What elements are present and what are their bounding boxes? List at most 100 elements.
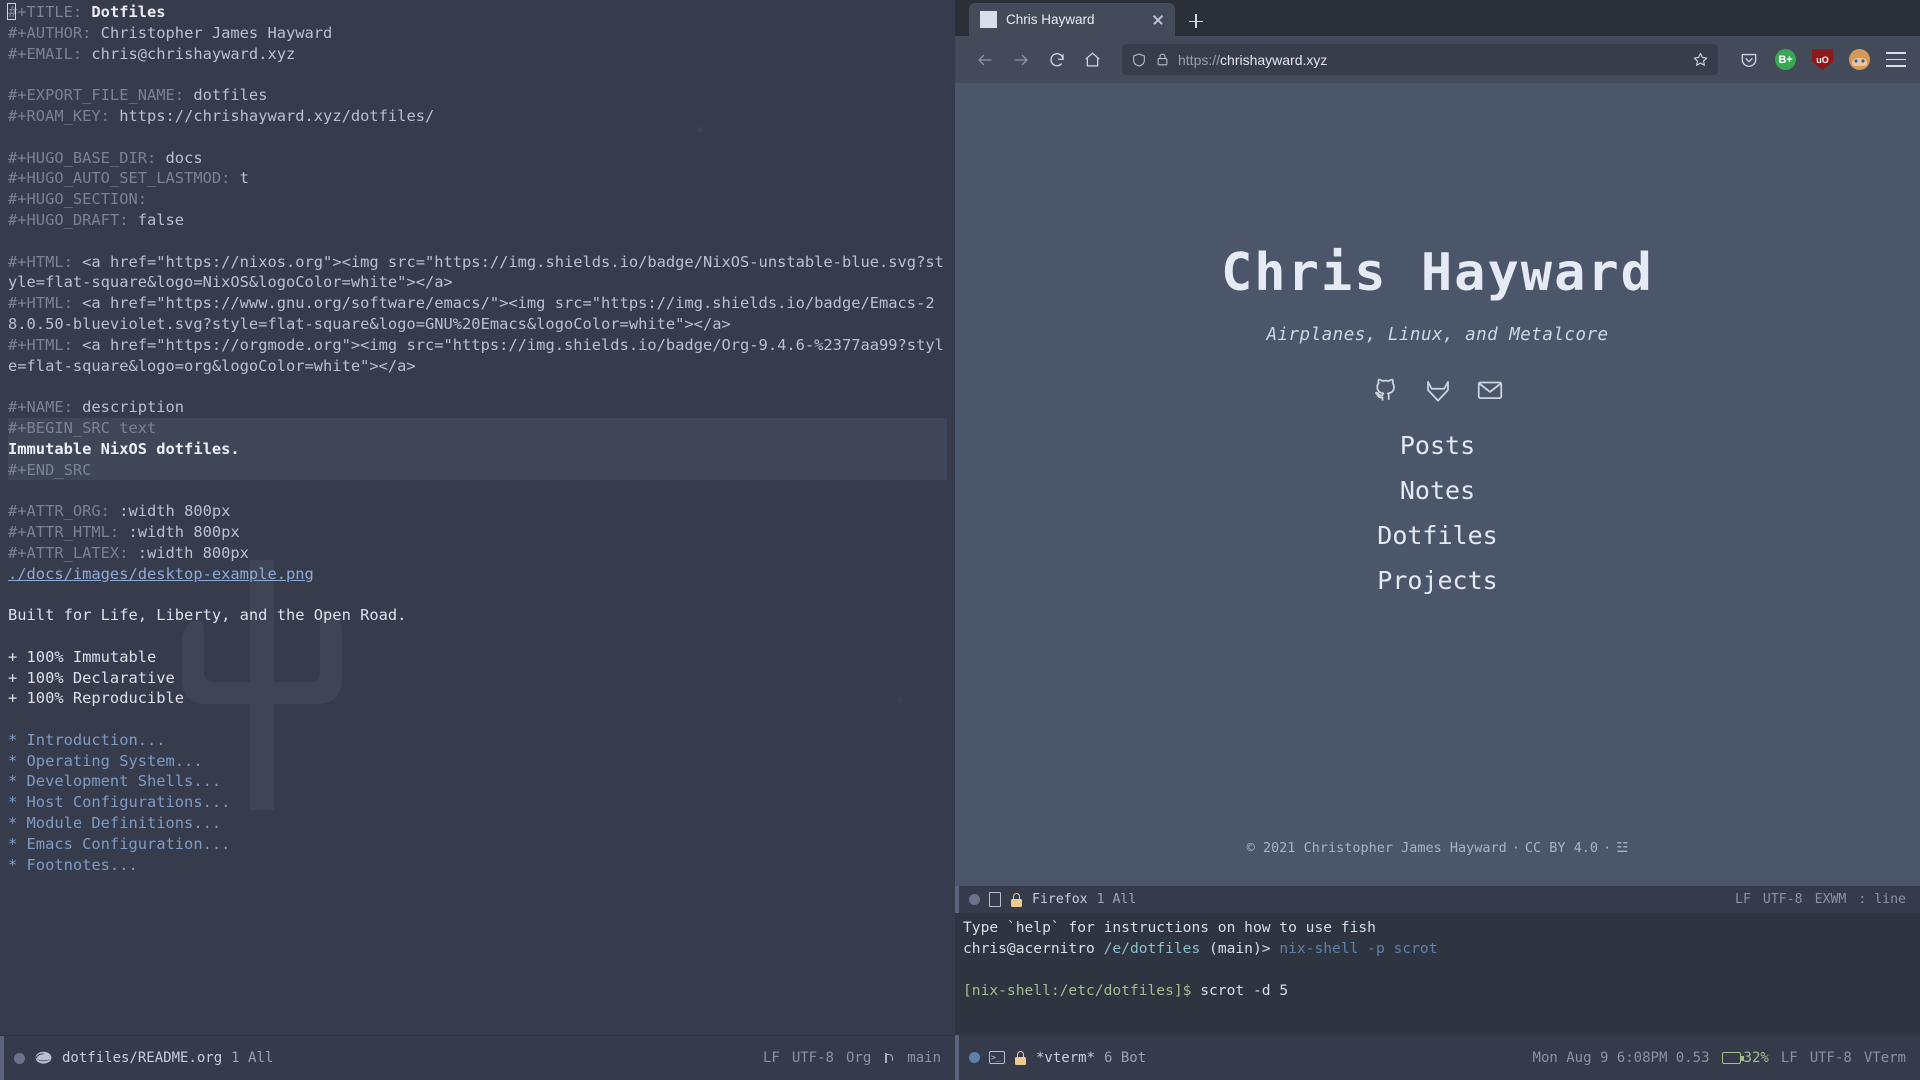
org-text: description bbox=[72, 398, 185, 417]
org-text: * Emacs Configuration... bbox=[8, 834, 231, 853]
back-button[interactable] bbox=[969, 44, 1000, 75]
navigation-toolbar: https://chrishayward.xyz B+ uO bbox=[955, 36, 1920, 83]
nav-link-projects[interactable]: Projects bbox=[1377, 566, 1497, 595]
modeline-major-mode: Org bbox=[845, 1050, 872, 1066]
footer-separator-1: · bbox=[1511, 840, 1520, 856]
bookmark-star-icon[interactable] bbox=[1692, 51, 1709, 68]
org-text: #+EXPORT_FILE_NAME: bbox=[8, 86, 185, 105]
modeline-git-branch: main bbox=[907, 1050, 941, 1066]
org-text: * Footnotes... bbox=[8, 855, 138, 874]
close-icon[interactable] bbox=[1149, 11, 1167, 29]
org-line: * Development Shells... bbox=[8, 771, 947, 792]
modeline-accent-bar bbox=[955, 886, 959, 913]
org-text: #+HUGO_DRAFT: bbox=[8, 210, 129, 229]
footer-license[interactable]: CC BY 4.0 bbox=[1525, 840, 1598, 856]
forward-button[interactable] bbox=[1005, 44, 1036, 75]
org-line bbox=[8, 231, 947, 252]
org-line: #+ATTR_HTML: :width 800px bbox=[8, 522, 947, 543]
vterm-buffer[interactable]: Type `help` for instructions on how to u… bbox=[955, 913, 1920, 1035]
org-text: #+BEGIN_SRC text bbox=[8, 418, 157, 437]
org-text: #+TITLE: bbox=[8, 3, 83, 21]
org-line: #+HUGO_DRAFT: false bbox=[8, 210, 947, 231]
org-line: #+HTML: <a href="https://orgmode.org"><i… bbox=[8, 335, 947, 377]
org-line: #+HUGO_SECTION: bbox=[8, 189, 947, 210]
org-line: + 100% Declarative bbox=[8, 668, 947, 689]
org-text: t bbox=[230, 169, 249, 188]
org-line: #+AUTHOR: Christopher James Hayward bbox=[8, 23, 947, 44]
org-line bbox=[8, 626, 947, 647]
modeline-encoding: UTF-8 bbox=[1762, 892, 1803, 907]
site-navigation: Posts Notes Dotfiles Projects bbox=[1377, 431, 1497, 595]
nav-link-dotfiles[interactable]: Dotfiles bbox=[1377, 521, 1497, 550]
org-text: + 100% Reproducible bbox=[8, 689, 185, 708]
modeline-encoding: UTF-8 bbox=[791, 1050, 834, 1066]
browser-tab[interactable]: Chris Hayward bbox=[969, 3, 1175, 36]
home-button[interactable] bbox=[1077, 44, 1108, 75]
lock-icon bbox=[1014, 1050, 1027, 1065]
rss-feed-icon[interactable]: ☳ bbox=[1616, 840, 1628, 856]
page-subtitle: Airplanes, Linux, and Metalcore bbox=[1266, 325, 1609, 345]
new-tab-button[interactable] bbox=[1181, 6, 1211, 36]
github-icon[interactable] bbox=[1371, 375, 1401, 405]
url-text: https://chrishayward.xyz bbox=[1178, 52, 1684, 68]
org-text: #+END_SRC bbox=[8, 460, 92, 479]
ublock-origin-icon[interactable]: uO bbox=[1812, 49, 1833, 70]
text-cursor bbox=[7, 3, 16, 20]
org-line: #+TITLE: Dotfiles bbox=[7, 2, 947, 23]
gitlab-icon[interactable] bbox=[1423, 375, 1453, 405]
org-line: #+ATTR_LATEX: :width 800px bbox=[8, 543, 947, 564]
org-line: * Introduction... bbox=[8, 730, 947, 751]
avatar[interactable] bbox=[1849, 49, 1870, 70]
terminal-line: Type `help` for instructions on how to u… bbox=[963, 917, 1912, 938]
lock-icon bbox=[1157, 53, 1168, 66]
org-line: + 100% Immutable bbox=[8, 647, 947, 668]
org-text[interactable]: ./docs/images/desktop-example.png bbox=[8, 565, 314, 583]
org-line: * Host Configurations... bbox=[8, 792, 947, 813]
page-icon bbox=[989, 892, 1001, 907]
terminal-text: chris@acernitro bbox=[963, 940, 1104, 957]
page-title: Chris Hayward bbox=[1221, 243, 1654, 303]
url-bar[interactable]: https://chrishayward.xyz bbox=[1122, 44, 1718, 75]
emacs-icon bbox=[35, 1051, 52, 1064]
lock-icon bbox=[1010, 892, 1023, 907]
org-text: * Development Shells... bbox=[8, 772, 222, 791]
org-text: * Introduction... bbox=[8, 730, 166, 749]
org-line: #+EXPORT_FILE_NAME: dotfiles bbox=[8, 85, 947, 106]
firefox-window[interactable]: Chris Hayward https://chrishayward.xyz B… bbox=[955, 0, 1920, 886]
web-page-content: Chris Hayward Airplanes, Linux, and Meta… bbox=[955, 83, 1920, 886]
email-icon[interactable] bbox=[1475, 375, 1505, 405]
org-line: #+EMAIL: chris@chrishayward.xyz bbox=[8, 44, 947, 65]
org-line bbox=[8, 127, 947, 148]
extension-icons: B+ uO bbox=[1732, 49, 1906, 70]
url-scheme: https:// bbox=[1178, 51, 1221, 68]
modeline-eol: LF bbox=[1780, 1049, 1798, 1066]
org-line bbox=[8, 376, 947, 397]
favicon bbox=[980, 11, 997, 28]
nav-link-notes[interactable]: Notes bbox=[1400, 476, 1475, 505]
org-text: Christopher James Hayward bbox=[91, 23, 333, 42]
menu-icon[interactable] bbox=[1886, 52, 1906, 67]
modeline-position: 1 All bbox=[1096, 892, 1137, 907]
org-line: * Operating System... bbox=[8, 751, 947, 772]
org-text: * Module Definitions... bbox=[8, 814, 222, 833]
org-mode-buffer[interactable]: #+TITLE: Dotfiles #+AUTHOR: Christopher J… bbox=[0, 0, 955, 1035]
org-text: false bbox=[128, 210, 185, 229]
org-text: + 100% Immutable bbox=[8, 647, 157, 666]
org-line: #+BEGIN_SRC text bbox=[8, 417, 947, 439]
modeline-eol: LF bbox=[762, 1050, 780, 1066]
modeline-accent-bar bbox=[955, 1035, 959, 1080]
reload-button[interactable] bbox=[1041, 44, 1072, 75]
org-line: Immutable NixOS dotfiles. bbox=[8, 438, 947, 460]
nav-link-posts[interactable]: Posts bbox=[1400, 431, 1475, 460]
org-line bbox=[8, 480, 947, 501]
emacs-window[interactable]: #+TITLE: Dotfiles #+AUTHOR: Christopher J… bbox=[0, 0, 955, 1080]
org-line: #+HUGO_AUTO_SET_LASTMOD: t bbox=[8, 168, 947, 189]
org-line bbox=[8, 584, 947, 605]
org-line: * Footnotes... bbox=[8, 855, 947, 876]
org-text: #+HTML: bbox=[8, 335, 73, 354]
modeline-major-mode: VTerm bbox=[1863, 1049, 1906, 1066]
org-text: Built for Life, Liberty, and the Open Ro… bbox=[8, 606, 407, 625]
org-text: + 100% Declarative bbox=[8, 668, 175, 687]
pocket-icon[interactable] bbox=[1738, 49, 1759, 70]
bitwarden-icon[interactable]: B+ bbox=[1775, 49, 1796, 70]
